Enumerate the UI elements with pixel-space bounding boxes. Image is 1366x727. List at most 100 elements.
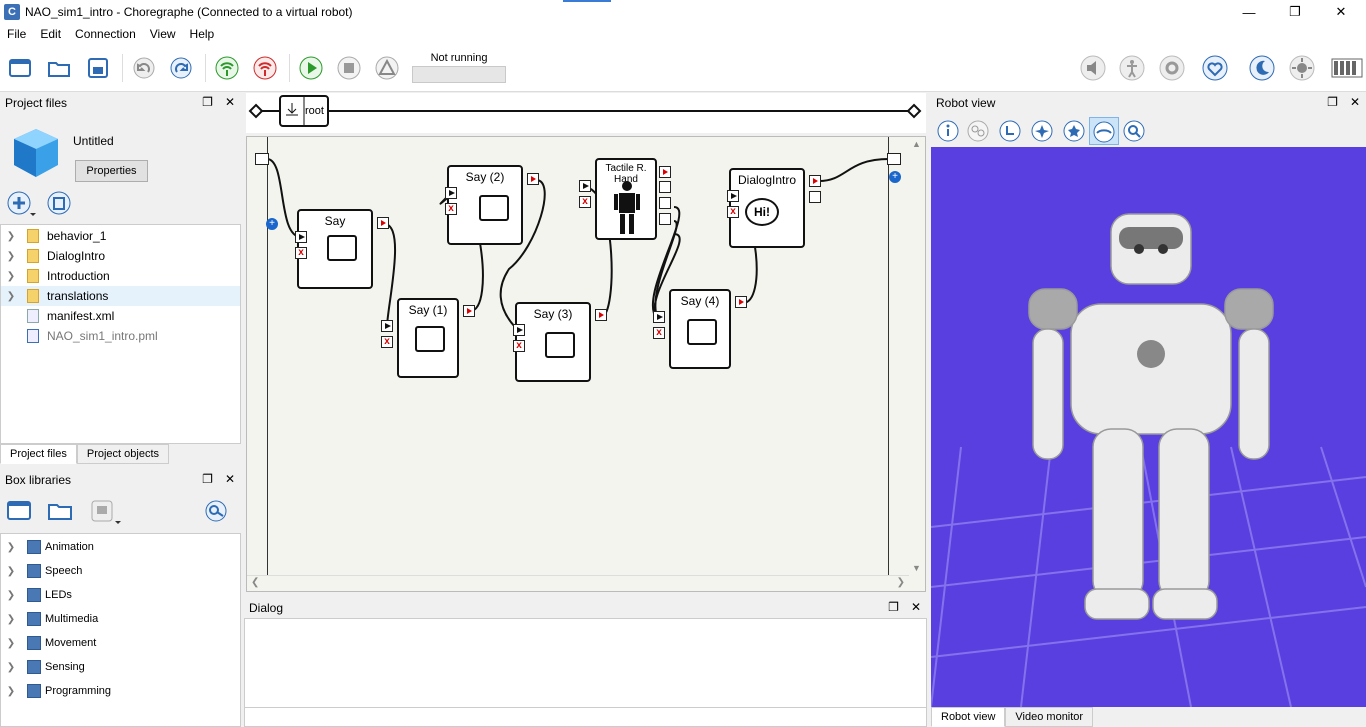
say-2-box[interactable]: Say (2) [447,165,523,245]
close-icon[interactable]: ✕ [225,95,235,109]
scroll-down-icon[interactable]: ▼ [912,563,921,573]
new-project-button[interactable] [6,54,34,82]
menu-edit[interactable]: Edit [33,27,68,41]
expand-icon[interactable]: ❯ [1,638,21,649]
properties-button[interactable]: Properties [75,160,148,182]
library-item-programming[interactable]: ❯ Programming [1,679,111,703]
disconnect-button[interactable] [251,54,279,82]
say-4-box[interactable]: Say (4) [669,289,731,369]
onstopped-port[interactable] [527,173,539,185]
debug-button[interactable] [373,54,401,82]
scroll-up-icon[interactable]: ▲ [912,139,921,149]
volume-button[interactable] [1079,54,1107,82]
expand-icon[interactable]: ❯ [1,590,21,601]
float-icon[interactable]: ❐ [202,472,213,486]
add-input-icon[interactable]: + [266,218,278,230]
output-port[interactable] [659,213,671,225]
output-port[interactable] [659,181,671,193]
save-project-button[interactable] [84,54,112,82]
library-item-leds[interactable]: ❯ LEDs [1,583,72,607]
tree-item-behavior[interactable]: ❯ behavior_1 [1,226,240,246]
output-port[interactable] [809,191,821,203]
settings-button[interactable] [1158,54,1186,82]
float-icon[interactable]: ❐ [1327,95,1338,109]
onstart-port[interactable] [513,324,525,336]
float-icon[interactable]: ❐ [202,95,213,109]
open-project-button[interactable] [45,54,73,82]
library-item-multimedia[interactable]: ❯ Multimedia [1,607,98,631]
play-button[interactable] [297,54,325,82]
onstart-port[interactable] [295,231,307,243]
menu-file[interactable]: File [0,27,33,41]
close-icon[interactable]: ✕ [225,472,235,486]
menu-view[interactable]: View [143,27,183,41]
expand-icon[interactable]: ❯ [1,251,21,262]
onstart-port[interactable] [381,320,393,332]
maximize-button[interactable]: ❐ [1272,0,1318,24]
expand-icon[interactable]: ❯ [1,614,21,625]
camera-view-button[interactable] [1089,117,1119,145]
connect-button[interactable] [213,54,241,82]
menu-connection[interactable]: Connection [68,27,143,41]
onstart-port[interactable] [445,187,457,199]
output-port[interactable] [659,197,671,209]
root-input-port[interactable] [255,153,269,165]
onstop-port[interactable]: x [513,340,525,352]
float-icon[interactable]: ❐ [888,600,899,614]
close-icon[interactable]: ✕ [911,600,921,614]
stop-button[interactable] [335,54,363,82]
onstop-port[interactable]: x [445,203,457,215]
onstop-port[interactable]: x [653,327,665,339]
onstop-port[interactable]: x [579,196,591,208]
say-3-box[interactable]: Say (3) [515,302,591,382]
tree-item-dialogintro[interactable]: ❯ DialogIntro [1,246,240,266]
vertical-scrollbar[interactable]: ▲ ▼ [909,137,925,575]
close-window-button[interactable]: ✕ [1318,0,1364,24]
flow-diagram-canvas[interactable]: + + Say x Say (1) x Say (2) x Say (3) x … [246,136,926,592]
onstopped-port[interactable] [377,217,389,229]
onstart-port[interactable] [579,180,591,192]
library-item-speech[interactable]: ❯ Speech [1,559,82,583]
rest-button[interactable] [1248,54,1276,82]
onstopped-port[interactable] [735,296,747,308]
expand-icon[interactable]: ❯ [1,542,21,553]
redo-button[interactable] [167,54,195,82]
tree-item-translations[interactable]: ❯ translations [1,286,240,306]
minimize-button[interactable]: — [1226,0,1272,24]
tree-item-introduction[interactable]: ❯ Introduction [1,266,240,286]
autonomous-life-button[interactable] [1201,54,1229,82]
root-output-port[interactable] [887,153,901,165]
library-item-animation[interactable]: ❯ Animation [1,535,94,559]
expand-icon[interactable]: ❯ [1,686,21,697]
expand-icon[interactable]: ❯ [1,566,21,577]
robot-3d-viewport[interactable] [931,147,1366,707]
scroll-right-icon[interactable]: ❯ [897,577,905,588]
horizontal-scrollbar[interactable]: ❮ ❯ [247,575,909,591]
tab-robot-view[interactable]: Robot view [931,707,1006,727]
say-box[interactable]: Say [297,209,373,289]
scroll-left-icon[interactable]: ❮ [251,577,259,588]
onstop-port[interactable]: x [295,247,307,259]
onstart-port[interactable] [653,311,665,323]
expand-icon[interactable]: ❯ [1,291,21,302]
root-label[interactable]: root [305,105,324,117]
motors-button[interactable] [1118,54,1146,82]
tactile-hand-box[interactable]: Tactile R. Hand [595,158,657,240]
onstopped-port[interactable] [463,305,475,317]
library-item-movement[interactable]: ❯ Movement [1,631,96,655]
onstop-port[interactable]: x [727,206,739,218]
onstopped-port[interactable] [595,309,607,321]
tree-item-pml[interactable]: NAO_sim1_intro.pml [1,326,240,346]
onstart-port[interactable] [727,190,739,202]
wake-up-button[interactable] [1288,54,1316,82]
expand-icon[interactable]: ❯ [1,231,21,242]
expand-icon[interactable]: ❯ [1,662,21,673]
dialog-intro-box[interactable]: DialogIntro Hi! [729,168,805,248]
menu-help[interactable]: Help [183,27,222,41]
onstop-port[interactable]: x [381,336,393,348]
say-1-box[interactable]: Say (1) [397,298,459,378]
tab-video-monitor[interactable]: Video monitor [1005,707,1094,727]
close-icon[interactable]: ✕ [1350,95,1360,109]
undo-button[interactable] [130,54,158,82]
library-item-sensing[interactable]: ❯ Sensing [1,655,85,679]
